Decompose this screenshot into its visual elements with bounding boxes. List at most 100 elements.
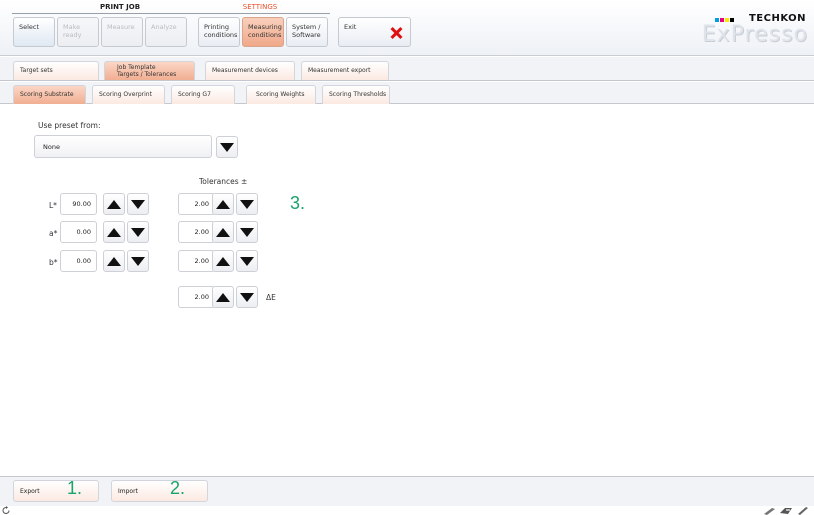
a-star-value-field[interactable]: 0.00: [60, 221, 97, 243]
tab-scoring-thresholds-label: Scoring Thresholds: [329, 91, 387, 98]
step-3-annotation: 3.: [290, 193, 306, 213]
arrow-up-icon: [216, 256, 230, 266]
import-button[interactable]: Import: [111, 480, 208, 502]
refresh-icon: [2, 506, 10, 514]
a-star-decrement-button[interactable]: [127, 221, 149, 243]
arrow-down-icon: [240, 227, 254, 237]
l-star-increment-button[interactable]: [103, 193, 125, 215]
export-button[interactable]: Export: [13, 480, 99, 502]
device-icon: [780, 508, 792, 514]
delta-e-increment-button[interactable]: [212, 286, 234, 308]
arrow-down-icon: [240, 292, 254, 302]
l-star-tolerance-decrement-button[interactable]: [236, 193, 258, 215]
tab-job-template-label-2: Targets / Tolerances: [117, 71, 177, 78]
b-star-decrement-button[interactable]: [127, 250, 149, 272]
make-ready-button[interactable]: Make ready: [57, 17, 99, 47]
preset-label: Use preset from:: [38, 121, 101, 130]
l-star-value-field[interactable]: 90.00: [60, 193, 97, 215]
measure-label: Measure: [107, 23, 135, 31]
tab-measurement-export-label: Measurement export: [308, 67, 371, 74]
b-star-tolerance-increment-button[interactable]: [212, 250, 234, 272]
l-star-tolerance-increment-button[interactable]: [212, 193, 234, 215]
measure-button[interactable]: Measure: [101, 17, 143, 47]
tab-scoring-g7-label: Scoring G7: [178, 91, 211, 98]
b-star-tolerance-decrement-button[interactable]: [236, 250, 258, 272]
tab-measurement-export[interactable]: Measurement export: [301, 61, 389, 80]
a-star-increment-button[interactable]: [103, 221, 125, 243]
printing-conditions-label-2: conditions: [204, 31, 238, 39]
b-star-tolerance-field[interactable]: 2.00: [178, 250, 215, 272]
select-label: Select: [19, 23, 40, 31]
arrow-down-icon: [131, 199, 145, 209]
print-job-divider: [12, 13, 202, 14]
top-toolbar: PRINT JOB SETTINGS Select Make ready Mea…: [0, 0, 814, 56]
tab-scoring-overprint[interactable]: Scoring Overprint: [92, 85, 165, 104]
tab-scoring-weights-label: Scoring Weights: [256, 91, 305, 98]
delta-e-label: ΔE: [266, 293, 276, 302]
import-label: Import: [118, 488, 138, 495]
b-star-increment-button[interactable]: [103, 250, 125, 272]
system-software-button[interactable]: System / Software: [286, 17, 328, 47]
arrow-down-icon: [240, 199, 254, 209]
tab-scoring-substrate[interactable]: Scoring Substrate: [13, 85, 86, 104]
printing-conditions-label-1: Printing: [204, 23, 230, 31]
arrow-down-icon: [131, 227, 145, 237]
arrow-down-icon: [240, 256, 254, 266]
print-job-title: PRINT JOB: [99, 3, 141, 11]
status-bar: [0, 506, 814, 515]
tab-target-sets[interactable]: Target sets: [13, 61, 99, 80]
measuring-conditions-button[interactable]: Measuring conditions: [242, 17, 284, 47]
tab-job-template-label-1: Job Template: [117, 64, 156, 71]
system-software-label-1: System /: [292, 23, 321, 31]
analyze-label: Analyze: [151, 23, 177, 31]
settings-tab-row: Target sets Job Template Targets / Toler…: [0, 57, 814, 81]
pen-icon: [798, 507, 808, 515]
a-star-tolerance-decrement-button[interactable]: [236, 221, 258, 243]
a-star-tolerance-field[interactable]: 2.00: [178, 221, 215, 243]
exit-label: Exit: [344, 23, 357, 31]
delta-e-decrement-button[interactable]: [236, 286, 258, 308]
settings-divider: [198, 13, 330, 14]
arrow-up-icon: [216, 199, 230, 209]
measuring-conditions-label-1: Measuring: [248, 23, 282, 31]
preset-select[interactable]: None: [34, 135, 212, 158]
tab-target-sets-label: Target sets: [20, 67, 53, 74]
preset-value: None: [43, 143, 60, 151]
tab-scoring-substrate-label: Scoring Substrate: [20, 91, 74, 98]
chevron-down-icon: [220, 142, 234, 152]
arrow-down-icon: [131, 256, 145, 266]
arrow-up-icon: [216, 227, 230, 237]
l-star-label: L*: [49, 201, 57, 210]
printing-conditions-button[interactable]: Printing conditions: [198, 17, 240, 47]
tab-scoring-overprint-label: Scoring Overprint: [99, 91, 152, 98]
tab-measurement-devices-label: Measurement devices: [212, 67, 278, 74]
tab-measurement-devices[interactable]: Measurement devices: [205, 61, 295, 80]
a-star-label: a*: [49, 229, 58, 238]
settings-title: SETTINGS: [242, 3, 278, 11]
make-ready-label: Make ready: [63, 23, 82, 39]
preset-dropdown-button[interactable]: [216, 136, 238, 158]
tab-scoring-g7[interactable]: Scoring G7: [171, 85, 235, 104]
tab-job-template[interactable]: Job Template Targets / Tolerances: [104, 61, 195, 80]
b-star-value-field[interactable]: 0.00: [60, 250, 97, 272]
scoring-tab-row: Scoring Substrate Scoring Overprint Scor…: [0, 82, 814, 104]
analyze-button[interactable]: Analyze: [145, 17, 187, 47]
l-star-decrement-button[interactable]: [127, 193, 149, 215]
delta-e-tolerance-field[interactable]: 2.00: [178, 286, 215, 308]
a-star-tolerance-increment-button[interactable]: [212, 221, 234, 243]
measuring-conditions-label-2: conditions: [248, 31, 282, 39]
arrow-up-icon: [107, 256, 121, 266]
arrow-up-icon: [107, 199, 121, 209]
tab-scoring-weights[interactable]: Scoring Weights: [246, 85, 316, 104]
exit-button[interactable]: Exit: [338, 17, 411, 47]
tab-scoring-thresholds[interactable]: Scoring Thresholds: [322, 85, 390, 104]
system-software-label-2: Software: [292, 31, 321, 39]
device-icon: [764, 508, 775, 515]
select-button[interactable]: Select: [13, 17, 55, 47]
tolerances-label: Tolerances ±: [199, 177, 248, 186]
step-2-annotation: 2.: [170, 478, 186, 498]
step-1-annotation: 1.: [67, 478, 83, 498]
arrow-up-icon: [107, 227, 121, 237]
l-star-tolerance-field[interactable]: 2.00: [178, 193, 215, 215]
expresso-logo: ExPresso: [701, 22, 808, 47]
